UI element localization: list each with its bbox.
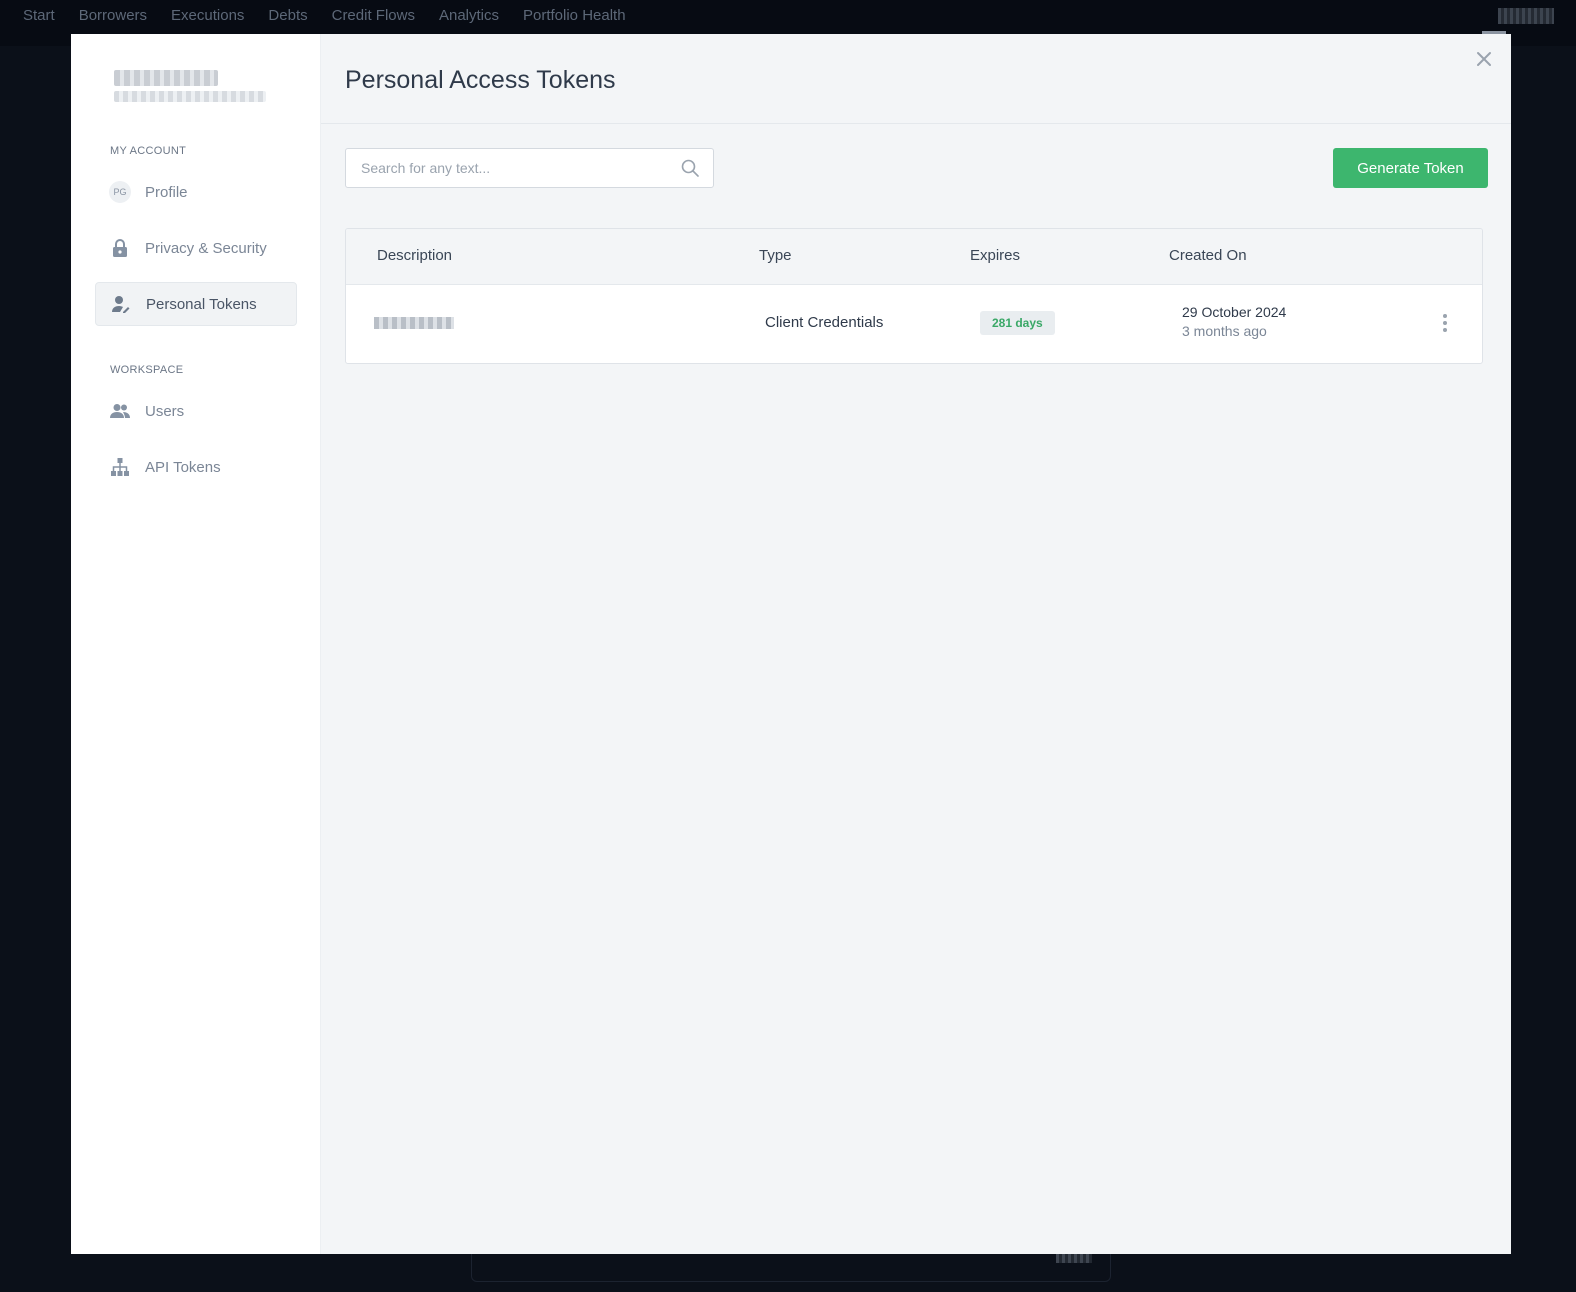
column-header-description: Description [377, 247, 453, 264]
settings-sidebar: MY ACCOUNT PG Profile Privacy & Security… [71, 34, 321, 1254]
sidebar-item-label: Profile [145, 183, 188, 201]
sidebar-item-label: Privacy & Security [145, 239, 267, 257]
created-date: 29 October 2024 [1182, 304, 1287, 320]
column-header-type: Type [759, 247, 792, 264]
created-relative: 3 months ago [1182, 323, 1267, 339]
search-box [345, 148, 714, 188]
sidebar-item-personal-tokens[interactable]: Personal Tokens [95, 282, 297, 326]
column-header-expires: Expires [970, 247, 1021, 264]
token-type: Client Credentials [765, 314, 884, 331]
expires-badge: 281 days [980, 311, 1055, 335]
sidebar-item-users[interactable]: Users [95, 389, 297, 433]
sidebar-item-label: Personal Tokens [146, 295, 257, 313]
nav-item-debts[interactable]: Debts [268, 7, 307, 24]
user-key-icon [110, 293, 132, 315]
nav-item-credit-flows[interactable]: Credit Flows [332, 7, 415, 24]
sidebar-item-profile[interactable]: PG Profile [95, 170, 297, 214]
nav-item-start[interactable]: Start [23, 7, 55, 24]
account-name-redacted [114, 70, 218, 86]
generate-token-button[interactable]: Generate Token [1333, 148, 1488, 188]
search-icon[interactable] [681, 159, 699, 177]
user-menu-redacted[interactable] [1498, 8, 1554, 24]
section-label-workspace: WORKSPACE [110, 364, 184, 376]
sidebar-item-label: Users [145, 402, 185, 420]
search-input[interactable] [346, 149, 666, 187]
page-title: Personal Access Tokens [345, 66, 616, 94]
token-description-redacted [374, 317, 454, 329]
nav-item-borrowers[interactable]: Borrowers [79, 7, 147, 24]
created-on-cell: 29 October 2024 3 months ago [1182, 304, 1286, 339]
nav-item-executions[interactable]: Executions [171, 7, 244, 24]
main-content: Personal Access Tokens Generate Token De… [321, 34, 1511, 1254]
sidebar-item-api-tokens[interactable]: API Tokens [95, 445, 297, 489]
lock-icon [109, 237, 131, 259]
tokens-table: Description Type Expires Created On Clie… [345, 228, 1483, 364]
nav-item-analytics[interactable]: Analytics [439, 7, 499, 24]
sidebar-item-privacy-security[interactable]: Privacy & Security [95, 226, 297, 270]
section-label-my-account: MY ACCOUNT [110, 145, 187, 157]
column-header-created-on: Created On [1169, 247, 1247, 264]
table-header: Description Type Expires Created On [346, 229, 1482, 285]
table-row[interactable]: Client Credentials 281 days 29 October 2… [346, 285, 1482, 363]
sidebar-item-label: API Tokens [145, 458, 221, 476]
sitemap-icon [109, 456, 131, 478]
settings-modal: MY ACCOUNT PG Profile Privacy & Security… [71, 34, 1511, 1254]
avatar: PG [109, 181, 131, 203]
account-email-redacted [114, 91, 266, 102]
close-icon[interactable] [1473, 48, 1495, 70]
users-icon [109, 400, 131, 422]
avatar-initials: PG [109, 181, 131, 203]
nav-item-portfolio-health[interactable]: Portfolio Health [523, 7, 626, 24]
header-divider [321, 123, 1511, 124]
more-options-icon[interactable] [1438, 311, 1452, 335]
